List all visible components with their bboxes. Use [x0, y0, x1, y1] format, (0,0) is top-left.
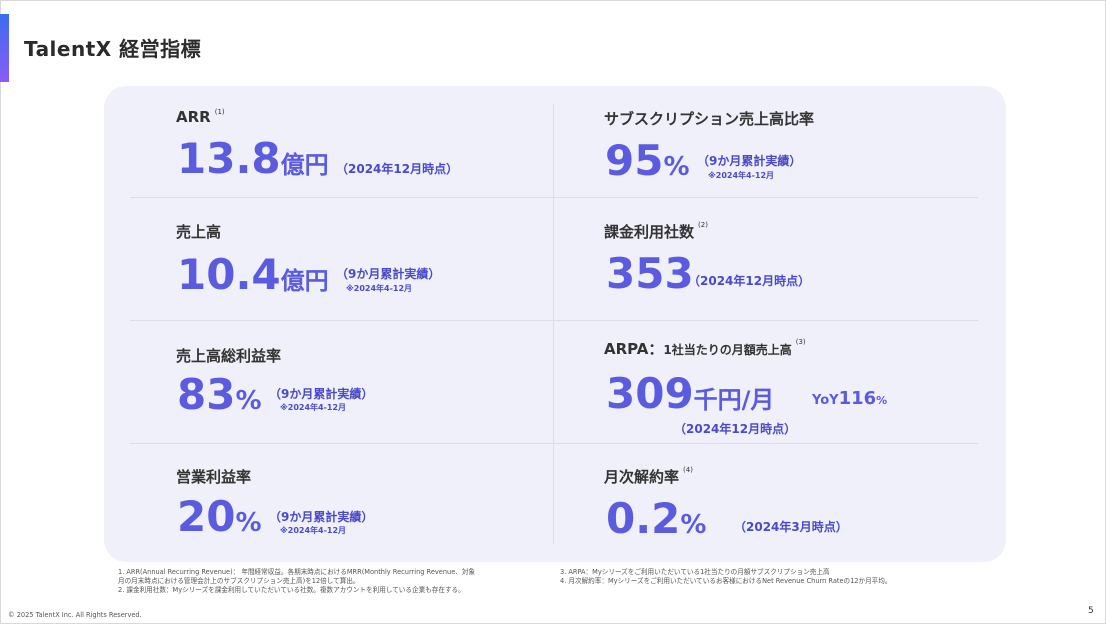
metric-yoy-arpa: YoY116% — [812, 388, 888, 409]
metric-range-subscription-ratio: ※2024年4-12月 — [708, 171, 775, 180]
metric-value-subscription-ratio: 95% — [605, 136, 690, 185]
row-divider — [130, 320, 978, 321]
metric-label-gross-margin: 売上高総利益率 — [176, 347, 282, 365]
metric-period-arpa: （2024年12月時点） — [674, 422, 797, 436]
metric-period-monthly-churn: （2024年3月時点） — [734, 520, 848, 534]
copyright: © 2025 TalentX Inc. All Rights Reserved. — [8, 611, 142, 619]
metric-label-arr: ARR (1) — [176, 108, 225, 126]
title-accent-bar — [0, 14, 9, 82]
footnote-marker: (1) — [214, 108, 225, 116]
metric-label-revenue: 売上高 — [176, 223, 222, 241]
row-divider — [130, 443, 978, 444]
metric-period-revenue: （9か月累計実績） — [336, 267, 441, 281]
metric-label-monthly-churn: 月次解約率 (4) — [604, 466, 693, 486]
metric-range-operating-margin: ※2024年4-12月 — [280, 526, 347, 535]
metric-period-arr: （2024年12月時点） — [336, 162, 459, 176]
metric-label-operating-margin: 営業利益率 — [176, 468, 252, 486]
page-number: 5 — [1088, 606, 1094, 616]
row-divider — [130, 197, 978, 198]
slide-title: TalentX 経営指標 — [24, 37, 202, 61]
column-divider — [553, 104, 554, 544]
metric-label-subscription-ratio: サブスクリプション売上高比率 — [604, 110, 815, 128]
footnote-marker: (4) — [683, 466, 693, 474]
metric-value-paying-companies: 353 — [606, 249, 694, 298]
metric-value-arr: 13.8億円 — [177, 134, 329, 183]
metric-period-gross-margin: （9か月累計実績） — [269, 387, 374, 401]
metric-period-operating-margin: （9か月累計実績） — [269, 510, 374, 524]
metric-range-revenue: ※2024年4-12月 — [346, 284, 413, 293]
metric-value-gross-margin: 83% — [177, 370, 262, 419]
metric-value-revenue: 10.4億円 — [177, 250, 329, 299]
metric-period-paying-companies: （2024年12月時点） — [688, 274, 811, 288]
metric-range-gross-margin: ※2024年4-12月 — [280, 403, 347, 412]
footnote-marker: (3) — [795, 338, 806, 346]
metric-value-operating-margin: 20% — [177, 492, 262, 541]
footnotes-left: 1. ARR(Annual Recurring Revenue)： 年間経常収益… — [118, 568, 476, 594]
metric-label-paying-companies: 課金利用社数 (2) — [604, 221, 708, 241]
metric-label-arpa: ARPA：1社当たりの月額売上高(3) — [604, 338, 806, 358]
footnotes-right: 3. ARPA：Myシリーズをご利用いただいている1社当たりの月額サブスクリプシ… — [560, 568, 892, 585]
footnote-marker: (2) — [698, 221, 708, 229]
metric-value-arpa: 309千円/月 — [606, 369, 775, 418]
metric-value-monthly-churn: 0.2% — [606, 494, 707, 543]
metric-period-subscription-ratio: （9か月累計実績） — [697, 154, 802, 168]
